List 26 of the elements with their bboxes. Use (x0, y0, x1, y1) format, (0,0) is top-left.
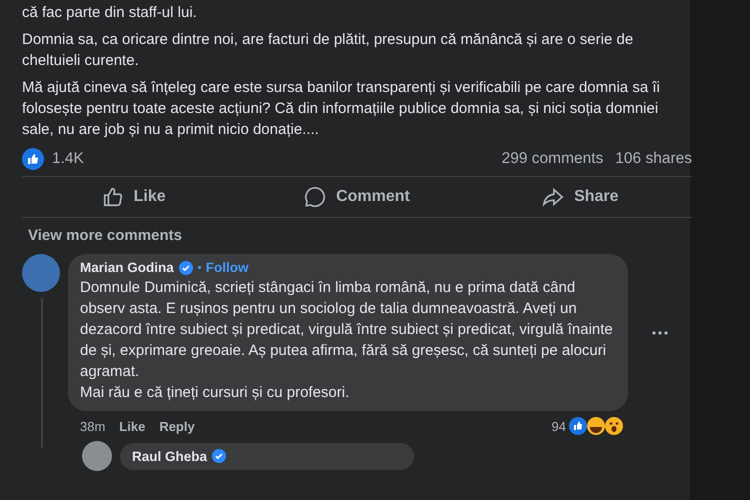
reply-author[interactable]: Raul Gheba (132, 448, 208, 464)
like-button[interactable]: Like (22, 177, 246, 217)
post-paragraph: Domnia sa, ca oricare dintre noi, are facturi de plătit, presupun că mănâncă și are o serie de cheltuieli curente. (22, 30, 634, 71)
speech-bubble-icon (304, 186, 326, 208)
post-paragraph: Mă ajută cineva să înțeleg care este sursa banilor transparenți și verificabili pe care domnia sa îi folosește pentru toate aceste acțiuni? Că din informațiile publice domnia sa, și nici soția domniei sale, nu are job și nu a primit nicio donație.... (22, 78, 661, 140)
comment-time[interactable]: 38m (80, 418, 106, 434)
post-paragraph: că fac parte din staff-ul lui. (22, 3, 198, 23)
shares-count-link[interactable]: 106 shares (615, 150, 692, 168)
comment-author[interactable]: Marian Godina (80, 260, 174, 275)
view-more-comments-link[interactable]: View more comments (28, 227, 182, 244)
comment-like-link[interactable]: Like (119, 418, 146, 434)
thumbs-up-icon (102, 186, 124, 208)
avatar[interactable] (22, 254, 60, 292)
comment-reaction-count: 94 (552, 418, 566, 434)
more-options-icon[interactable] (652, 330, 668, 334)
follow-link[interactable]: Follow (206, 260, 249, 275)
comment-text: Domnule Duminică, scrieți stângaci în limba română, nu e prima dată când observ asta. E rușinos pentru un sociolog de talia dumneavoastră. Aveți un dezacord între subiect și predicat, virgulă între subiect și predicat, virgulă înainte de și, exprimare greoaie. Aș putea afirma, fără să greșesc, că sunteți pe alocuri agramat. Mai rău e că țineți cursuri și cu profesori. (80, 278, 614, 403)
comment-reply-link[interactable]: Reply (159, 418, 195, 434)
like-reaction-icon (22, 148, 44, 170)
reaction-emojis-icon (568, 416, 626, 436)
comments-count-link[interactable]: 299 comments (502, 150, 604, 168)
share-button[interactable]: Share (468, 177, 692, 217)
avatar[interactable] (82, 441, 112, 471)
reaction-count[interactable]: 1.4K (52, 150, 84, 168)
share-arrow-icon (542, 186, 564, 208)
comment-button[interactable]: Comment (245, 177, 469, 217)
